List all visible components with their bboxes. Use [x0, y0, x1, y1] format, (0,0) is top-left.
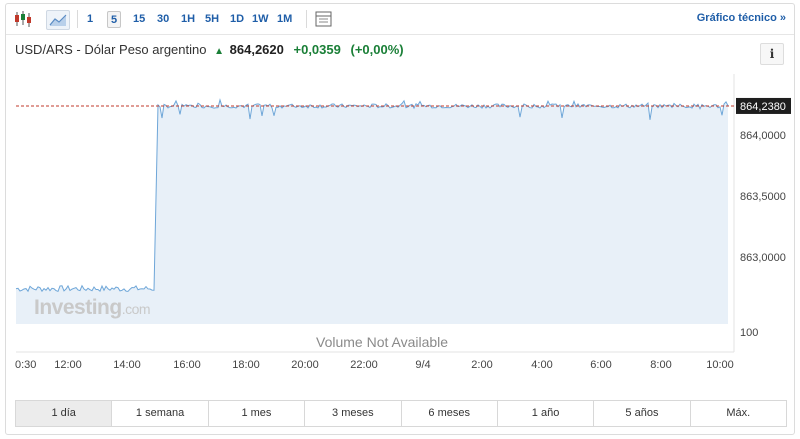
volume-not-available: Volume Not Available	[316, 334, 449, 350]
x-tick-label: 18:00	[232, 359, 260, 371]
period-selector: 1 día 1 semana 1 mes 3 meses 6 meses 1 año 5 a…	[15, 400, 787, 427]
x-tick-label: 22:00	[350, 359, 378, 371]
x-tick-label: 9/4	[415, 359, 430, 371]
investing-watermark: Investing.com	[34, 296, 151, 320]
period-3[interactable]: 3 meses	[305, 401, 402, 426]
price-area	[16, 99, 728, 325]
x-tick-label: 4:00	[531, 359, 552, 371]
x-tick-label: 0:30	[15, 359, 36, 371]
volume-axis-label: 100	[740, 327, 758, 339]
y-tick-label: 864,0000	[740, 130, 786, 142]
period-7[interactable]: Máx.	[691, 401, 786, 426]
period-2[interactable]: 1 mes	[209, 401, 306, 426]
y-tick-label: 863,0000	[740, 252, 786, 264]
period-6[interactable]: 5 años	[594, 401, 691, 426]
x-tick-label: 6:00	[590, 359, 611, 371]
period-0[interactable]: 1 día	[16, 401, 113, 426]
period-1[interactable]: 1 semana	[112, 401, 209, 426]
watermark-brand: Investing	[34, 296, 122, 319]
x-tick-label: 16:00	[173, 359, 201, 371]
period-5[interactable]: 1 año	[498, 401, 595, 426]
x-tick-label: 12:00	[54, 359, 82, 371]
x-tick-label: 8:00	[650, 359, 671, 371]
current-price-label: 864,2380	[740, 101, 786, 113]
x-tick-label: 2:00	[471, 359, 492, 371]
x-tick-label: 20:00	[291, 359, 319, 371]
chart-widget: 1 5 15 30 1H 5H 1D 1W 1M Gráfico técnico » USD/A…	[5, 3, 795, 435]
period-4[interactable]: 6 meses	[402, 401, 498, 426]
watermark-suffix: .com	[121, 301, 151, 317]
x-tick-label: 10:00	[706, 359, 734, 371]
x-tick-label: 14:00	[113, 359, 141, 371]
y-tick-label: 863,5000	[740, 191, 786, 203]
